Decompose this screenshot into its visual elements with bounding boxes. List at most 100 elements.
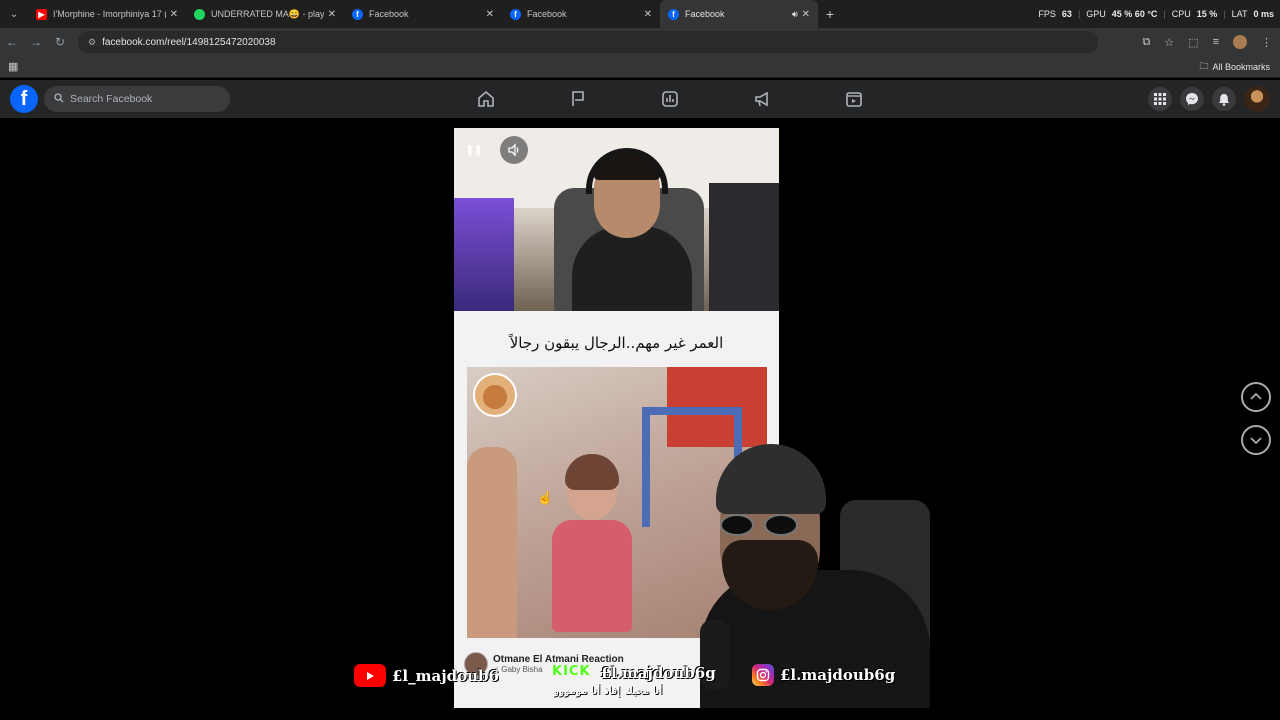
gpu-value: 45 % 60 °C <box>1111 9 1158 19</box>
browser-tab-active[interactable]: f Facebook 🔊︎ ✕ <box>660 0 818 28</box>
tab-title: Facebook <box>527 9 567 19</box>
tab-title: Facebook <box>685 9 725 19</box>
girl-dress <box>552 520 632 632</box>
facebook-header: f Search Facebook <box>0 80 1280 118</box>
youtube-handle-text: £l_majdoub6 <box>392 666 499 685</box>
messenger-icon[interactable] <box>1180 87 1204 111</box>
facebook-favicon-icon: f <box>352 8 363 20</box>
lat-label: LAT <box>1231 9 1248 19</box>
media-control-icon[interactable]: ≡ <box>1213 36 1219 48</box>
back-arrow-icon[interactable]: ← <box>0 35 24 49</box>
tab-search-chevron-icon[interactable]: ⌄ <box>0 0 28 28</box>
site-settings-icon[interactable]: ⚙ <box>88 37 96 48</box>
nav-dashboard[interactable] <box>624 80 716 118</box>
youtube-favicon-icon: ▶ <box>36 8 47 20</box>
address-bar[interactable]: ⚙ facebook.com/reel/1498125472020038 <box>78 31 1098 53</box>
stats-divider: | <box>1223 9 1226 19</box>
hand-cursor-icon: ☝ <box>537 490 554 505</box>
clip-girl <box>552 454 632 632</box>
apps-grid-icon[interactable]: ▦ <box>8 60 18 73</box>
facebook-header-actions <box>1148 80 1270 118</box>
kick-handle: KICK £l.majdoub6g <box>548 664 716 682</box>
next-reel-chevron-down-icon[interactable] <box>1241 425 1271 455</box>
tab-title: UNDERRATED MA😄 - playlist <box>211 8 324 19</box>
search-icon <box>54 92 64 106</box>
menu-grid-icon[interactable] <box>1148 87 1172 111</box>
reactor-body <box>572 226 692 311</box>
hardware-stats-overlay: FPS 63 | GPU 45 % 60 °C | CPU 15 % | LAT… <box>1038 0 1274 28</box>
tab-close-icon[interactable]: ✕ <box>644 9 652 20</box>
bookmarks-bar: ▦ 🗀︎ All Bookmarks <box>0 56 1280 78</box>
browser-tabstrip: ⌄ ▶ I'Morphine - Imorphiniya 17 (O ✕ UND… <box>0 0 1280 28</box>
tab-title: Facebook <box>369 9 409 19</box>
tab-close-icon[interactable]: ✕ <box>328 9 336 20</box>
megaphone-icon <box>755 91 768 107</box>
toolbar-actions: ⧉ ☆ ⬚ ≡ ⋮ <box>1142 28 1272 56</box>
nav-gaming[interactable] <box>808 80 900 118</box>
chart-icon <box>662 91 678 107</box>
reload-icon[interactable]: ↻ <box>48 35 72 49</box>
browser-profile-avatar[interactable] <box>1233 35 1247 49</box>
profile-avatar[interactable] <box>1244 86 1270 112</box>
facebook-search-input[interactable]: Search Facebook <box>44 86 230 112</box>
folder-icon: 🗀︎ <box>1199 61 1209 71</box>
speaker-icon[interactable]: 🔊︎ <box>792 9 798 20</box>
notifications-bell-icon[interactable] <box>1212 87 1236 111</box>
fps-value: 63 <box>1061 9 1072 19</box>
instagram-handle-text: £l.majdoub6g <box>780 666 896 684</box>
gpu-label: GPU <box>1086 9 1106 19</box>
browser-tab-1[interactable]: ▶ I'Morphine - Imorphiniya 17 (O ✕ <box>28 0 186 28</box>
bookmark-star-icon[interactable]: ☆ <box>1164 36 1174 49</box>
tab-title: I'Morphine - Imorphiniya 17 (O <box>53 9 166 19</box>
url-text: facebook.com/reel/1498125472020038 <box>102 36 276 48</box>
facebook-main-nav <box>440 80 900 118</box>
all-bookmarks-label: All Bookmarks <box>1212 62 1270 72</box>
instagram-handle: £l.majdoub6g <box>752 664 895 686</box>
cpu-value: 15 % <box>1196 9 1218 19</box>
volume-icon[interactable] <box>500 136 528 164</box>
browser-tab-3[interactable]: f Facebook ✕ <box>344 0 502 28</box>
flag-icon <box>572 91 584 106</box>
streamer-beanie <box>716 444 826 514</box>
kick-handle-text: £l.majdoub6g <box>600 664 716 682</box>
browser-tab-2[interactable]: UNDERRATED MA😄 - playlist ✕ <box>186 0 344 28</box>
facebook-favicon-icon: f <box>668 8 679 20</box>
kick-logo-icon: KICK <box>552 664 591 679</box>
home-icon <box>478 90 494 107</box>
search-placeholder: Search Facebook <box>70 93 153 105</box>
speech-subtitle: أنا محيك إفاذ أنا مومووو <box>553 684 663 697</box>
pause-icon[interactable]: ❚❚ <box>462 138 486 162</box>
browser-toolbar: ← → ↻ ⚙ facebook.com/reel/14981254720200… <box>0 28 1280 56</box>
calendar-play-icon <box>846 92 862 107</box>
nav-ads[interactable] <box>716 80 808 118</box>
clip-source-avatar <box>473 373 517 417</box>
fps-label: FPS <box>1038 9 1056 19</box>
previous-reel-chevron-up-icon[interactable] <box>1241 382 1271 412</box>
nav-pages[interactable] <box>532 80 624 118</box>
room-shelf <box>709 183 779 311</box>
reel-caption: العمر غير مهم..الرجال يبقون رجالاً <box>509 334 724 352</box>
extensions-puzzle-icon[interactable]: ⬚ <box>1188 36 1198 49</box>
all-bookmarks-button[interactable]: 🗀︎ All Bookmarks <box>1199 56 1270 78</box>
install-app-icon[interactable]: ⧉ <box>1142 36 1150 49</box>
stats-divider: | <box>1163 9 1166 19</box>
room-lighting <box>454 198 514 311</box>
stats-divider: | <box>1077 9 1081 19</box>
girl-hair <box>565 454 619 490</box>
lat-value: 0 ms <box>1253 9 1274 19</box>
forward-arrow-icon[interactable]: → <box>24 35 48 49</box>
browser-menu-icon[interactable]: ⋮ <box>1261 36 1272 49</box>
streamer-sunglasses <box>720 514 810 538</box>
cpu-label: CPU <box>1171 9 1191 19</box>
tab-close-icon[interactable]: ✕ <box>486 9 494 20</box>
spotify-favicon-icon <box>194 8 205 20</box>
clip-child-left <box>467 447 517 638</box>
facebook-favicon-icon: f <box>510 8 521 20</box>
tab-close-icon[interactable]: ✕ <box>170 9 178 20</box>
browser-tab-4[interactable]: f Facebook ✕ <box>502 0 660 28</box>
instagram-logo-icon <box>752 664 774 686</box>
tab-close-icon[interactable]: ✕ <box>802 9 810 20</box>
nav-home[interactable] <box>440 80 532 118</box>
new-tab-plus-icon[interactable]: + <box>818 6 842 22</box>
facebook-logo[interactable]: f <box>10 85 38 113</box>
